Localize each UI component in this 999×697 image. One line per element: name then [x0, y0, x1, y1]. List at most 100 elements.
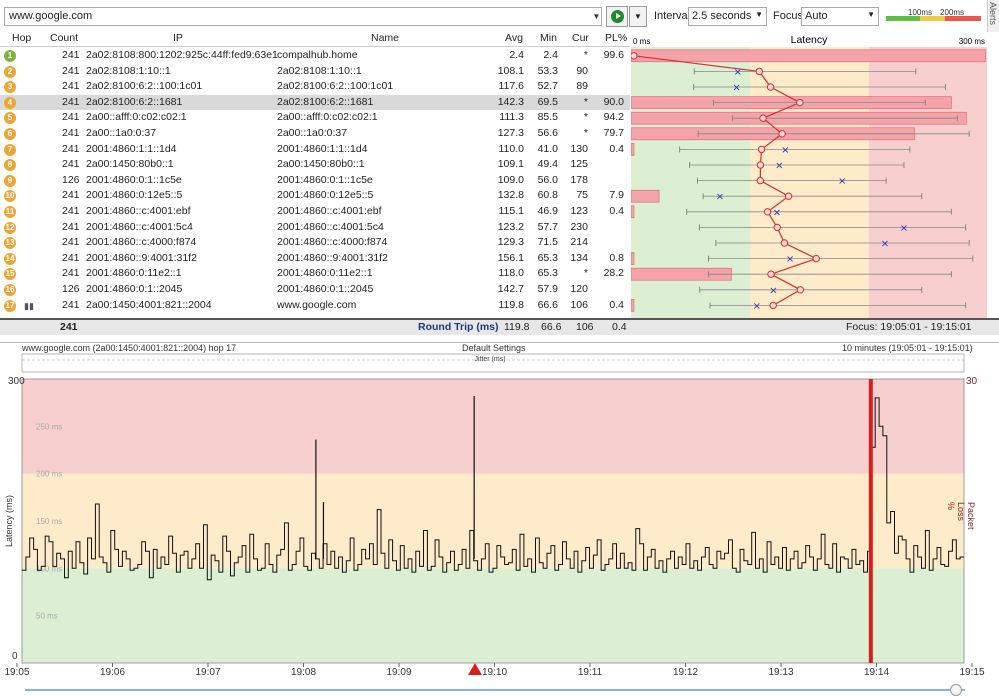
cell-cur: *: [583, 95, 588, 108]
alerts-tab[interactable]: Alerts: [987, 0, 999, 32]
interval-select[interactable]: 2.5 seconds ▼: [688, 7, 767, 26]
cell-avg: 156.1: [497, 251, 524, 264]
x-tick-label: 19:09: [386, 667, 411, 678]
grid-label: 150 ms: [36, 517, 62, 526]
y-axis-bottom: 0: [12, 651, 18, 662]
cell-cur: *: [583, 111, 588, 124]
cell-cur: 230: [570, 220, 588, 233]
col-name[interactable]: Name: [371, 31, 399, 47]
interval-value: 2.5 seconds: [692, 10, 752, 22]
cell-cur: 90: [576, 64, 588, 77]
hop-number-badge: 10: [4, 190, 16, 203]
latency-zone-red: [869, 47, 987, 318]
table-row[interactable]: 3 241 2a02:8100:6:2::100:1c01 2a02:8100:6:2…: [0, 79, 630, 95]
start-trace-button[interactable]: [606, 6, 628, 27]
table-row[interactable]: 2 241 2a02:8108:1:10::1 2a02:8108:1:10::1 10…: [0, 64, 630, 80]
avg-latency-point: [759, 114, 767, 122]
cell-cur: *: [583, 127, 588, 139]
avg-latency-point: [784, 192, 793, 200]
focus-range: Focus: 19:05:01 - 19:15:01: [846, 321, 972, 333]
table-row[interactable]: 12 241 2001:4860::c:4001:5c4 2001:4860::c:4…: [0, 220, 630, 236]
cell-count: 126: [62, 283, 80, 295]
col-hop[interactable]: Hop: [12, 31, 31, 47]
focus-label: Focus: [773, 10, 803, 22]
cell-avg: 117.6: [498, 80, 525, 93]
cell-name: 2a02:8100:6:2::100:1c01: [277, 80, 394, 93]
chevron-down-icon[interactable]: ▼: [591, 7, 602, 26]
scroll-handle[interactable]: [950, 684, 962, 696]
current-latency-marker: ×: [753, 301, 761, 312]
latency-color-legend: [886, 16, 981, 21]
cell-ip: 2001:4860:0:1::2045: [86, 283, 183, 295]
table-row[interactable]: 8 241 2a00:1450:80b0::1 2a00:1450:80b0::1 10…: [0, 157, 630, 173]
x-tick-label: 19:08: [291, 667, 316, 678]
table-row[interactable]: 13 241 2001:4860::c:4000:f874 2001:4860::c:…: [0, 235, 630, 251]
cell-name: 2001:4860::c:4000:f874: [277, 236, 388, 249]
grid-label: 50 ms: [36, 612, 58, 621]
table-row[interactable]: 1 241 2a02:8108:800:1202:925c:44ff:fed9:63…: [0, 48, 630, 64]
interval-label: Interval: [654, 10, 691, 22]
cell-ip: 2001:4860:1:1::1d4: [86, 142, 177, 155]
table-row[interactable]: 16 126 2001:4860:0:1::2045 2001:4860:0:1::2…: [0, 282, 630, 298]
chevron-down-icon[interactable]: ▼: [629, 6, 647, 27]
avg-latency-point: [796, 286, 805, 294]
cell-ip: 2001:4860:0:11e2::1: [86, 267, 182, 280]
cell-min: 46.9: [537, 205, 558, 217]
avg-latency-point: [778, 130, 786, 138]
chevron-down-icon: ▼: [755, 10, 763, 19]
table-row[interactable]: 5 241 2a00::afff:0:c02:c02:1 2a00::afff:0:c…: [0, 110, 630, 126]
col-count[interactable]: Count: [50, 31, 78, 47]
cell-ip: 2a00:1450:4001:821::2004: [86, 298, 212, 311]
cell-count: 241: [62, 220, 80, 233]
cell-cur: 178: [570, 173, 588, 186]
latency-chart[interactable]: Jitter (ms) 250 ms 200 ms 150 ms 100 ms 50 ms…: [0, 342, 999, 697]
table-row[interactable]: 6 241 2a00::1a0:0:37 2a00::1a0:0:37 127.3 56.…: [0, 126, 630, 142]
time-scrollbar[interactable]: [25, 689, 965, 691]
table-row[interactable]: 7 241 2001:4860:1:1::1d4 2001:4860:1:1::1d4…: [0, 142, 630, 158]
hop-number-badge: 15: [4, 268, 16, 281]
col-min[interactable]: Min: [540, 31, 557, 47]
y-axis-label: Latency (ms): [4, 494, 14, 547]
cell-count: 241: [62, 64, 80, 77]
bar-chart-icon[interactable]: ▮▮: [24, 301, 34, 312]
cell-count: 241: [62, 267, 80, 280]
cell-name: 2a00::afff:0:c02:c02:1: [277, 111, 378, 124]
cell-cur: 134: [570, 251, 588, 264]
table-row[interactable]: 14 241 2001:4860::9:4001:31f2 2001:4860::9:…: [0, 251, 630, 267]
table-row[interactable]: 10 241 2001:4860:0:12e5::5 2001:4860:0:12e5…: [0, 188, 630, 204]
col-ip[interactable]: IP: [173, 31, 183, 47]
col-avg[interactable]: Avg: [505, 31, 523, 47]
cell-name: 2001:4860::c:4001:5c4: [277, 220, 384, 233]
avg-latency-point: [756, 176, 765, 185]
cell-avg: 111.3: [499, 111, 524, 124]
table-row[interactable]: 9 126 2001:4860:0:1::1c5e 2001:4860:0:1::1c…: [0, 173, 630, 189]
table-row[interactable]: 15 241 2001:4860:0:11e2::1 2001:4860:0:11e2…: [0, 266, 630, 282]
cell-avg: 127.3: [497, 127, 524, 139]
table-row[interactable]: 11 241 2001:4860::c:4001:ebf 2001:4860::c:4…: [0, 204, 630, 220]
cell-name: compalhub.home: [277, 49, 358, 61]
grid-label: 250 ms: [36, 422, 62, 431]
cell-count: 241: [62, 111, 80, 124]
hop-number-badge: 14: [4, 252, 16, 265]
packet-loss-bar: [631, 143, 635, 156]
col-cur[interactable]: Cur: [572, 31, 589, 47]
cell-min: 69.5: [537, 95, 558, 108]
x-tick-label: 19:11: [578, 667, 603, 678]
table-header: Hop Count IP Name Avg Min Cur PL%: [0, 32, 630, 47]
table-row[interactable]: 4 241 2a02:8100:6:2::1681 2a02:8100:6:2::16…: [0, 94, 630, 111]
cell-pl: 0.4: [609, 142, 624, 155]
col-pl[interactable]: PL%: [605, 31, 627, 47]
cell-name: 2001:4860:0:1::1c5e: [277, 173, 373, 186]
packet-loss-bar: [631, 189, 660, 203]
table-row[interactable]: 17 ▮▮ 241 2a00:1450:4001:821::2004 www.googl…: [0, 298, 630, 314]
target-address-input[interactable]: www.google.com: [4, 7, 602, 26]
avg-latency-point: [757, 145, 766, 154]
cell-ip: 2a02:8108:1:10::1: [86, 64, 171, 77]
packet-loss-bar: [631, 252, 635, 265]
cell-ip: 2a02:8100:6:2::1681: [86, 95, 183, 108]
cell-avg: 142.3: [497, 95, 524, 108]
focus-select[interactable]: Auto ▼: [801, 7, 879, 26]
latency-max-label: 300 ms: [959, 37, 985, 46]
cell-count: 241: [62, 127, 80, 139]
x-tick-label: 19:06: [100, 667, 125, 678]
